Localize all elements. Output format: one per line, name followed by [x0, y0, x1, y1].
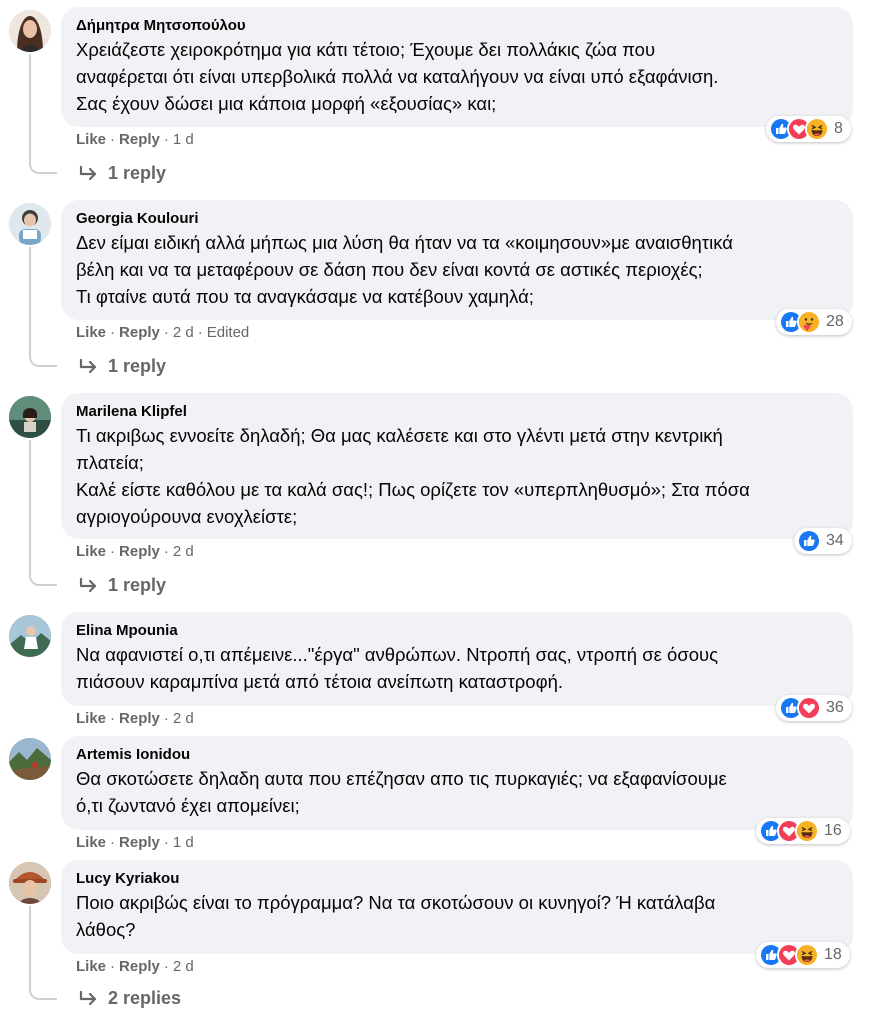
comment-time[interactable]: 2 d	[173, 324, 194, 341]
reaction-count: 8	[834, 120, 843, 137]
reaction-count: 34	[826, 532, 844, 549]
care-icon	[797, 310, 821, 334]
reaction-count: 36	[826, 699, 844, 716]
comment-bubble: Marilena Klipfel Τι ακριβως εννοείτε δηλ…	[61, 393, 853, 539]
reply-arrow-icon	[79, 358, 97, 373]
thread-line	[29, 440, 57, 586]
like-icon	[797, 529, 821, 553]
view-replies-button[interactable]: 1 reply	[78, 356, 166, 377]
comment-meta: Like · Reply · 1 d	[76, 131, 194, 148]
reactions-summary[interactable]: 36	[776, 695, 852, 721]
reactions-summary[interactable]: 28	[776, 309, 852, 335]
like-link[interactable]: Like	[76, 958, 106, 975]
comment-meta: Like · Reply · 2 d · Edited	[76, 324, 250, 341]
like-link[interactable]: Like	[76, 834, 106, 851]
reactions-summary[interactable]: 18	[756, 942, 850, 968]
thread-line	[29, 54, 57, 174]
reactions-summary[interactable]: 8	[766, 116, 851, 142]
comment-meta: Like · Reply · 2 d	[76, 710, 194, 727]
reply-link[interactable]: Reply	[119, 710, 160, 727]
comment-meta: Like · Reply · 1 d	[76, 834, 194, 851]
comment-time[interactable]: 2 d	[173, 543, 194, 560]
comment-text: Ποιο ακριβώς είναι το πρόγραμμα? Να τα σ…	[76, 892, 716, 940]
comment-text: Τι ακριβως εννοείτε δηλαδή; Θα μας καλέσ…	[76, 425, 750, 527]
comment-text: Χρειάζεστε χειροκρότημα για κάτι τέτοιο;…	[76, 39, 719, 114]
comment-bubble: Elina Mpounia Να αφανιστεί ο,τι απέμεινε…	[61, 612, 853, 706]
love-icon	[797, 696, 821, 720]
comment-meta: Like · Reply · 2 d	[76, 958, 194, 975]
comment-author[interactable]: Elina Mpounia	[76, 621, 839, 641]
haha-icon	[795, 943, 819, 967]
comment-bubble: Artemis Ionidou Θα σκοτώσετε δηλαδη αυτα…	[61, 736, 853, 830]
comment-time[interactable]: 1 d	[173, 834, 194, 851]
edited-label[interactable]: Edited	[207, 324, 250, 341]
view-replies-button[interactable]: 2 replies	[78, 988, 181, 1009]
comment-text: Θα σκοτώσετε δηλαδη αυτα που επέζησαν απ…	[76, 768, 727, 816]
haha-icon	[805, 117, 829, 141]
comment-bubble: Lucy Kyriakou Ποιο ακριβώς είναι το πρόγ…	[61, 860, 853, 954]
view-replies-button[interactable]: 1 reply	[78, 575, 166, 596]
thread-line	[29, 247, 57, 367]
reply-link[interactable]: Reply	[119, 958, 160, 975]
comment-bubble: Georgia Koulouri Δεν είμαι ειδική αλλά μ…	[61, 200, 853, 320]
comment-text: Δεν είμαι ειδική αλλά μήπως μια λύση θα …	[76, 232, 733, 307]
comment-time[interactable]: 2 d	[173, 710, 194, 727]
reply-link[interactable]: Reply	[119, 324, 160, 341]
replies-label[interactable]: 1 reply	[108, 575, 166, 596]
reply-link[interactable]: Reply	[119, 834, 160, 851]
avatar[interactable]	[9, 862, 51, 904]
comment-author[interactable]: Artemis Ionidou	[76, 745, 839, 765]
reply-arrow-icon	[79, 990, 97, 1005]
comment-author[interactable]: Marilena Klipfel	[76, 402, 839, 422]
reaction-count: 18	[824, 946, 842, 963]
replies-label[interactable]: 2 replies	[108, 988, 181, 1009]
avatar[interactable]	[9, 396, 51, 438]
reactions-summary[interactable]: 16	[756, 818, 850, 844]
comment-time[interactable]: 1 d	[173, 131, 194, 148]
comment-text: Να αφανιστεί ο,τι απέμεινε..."έργα" ανθρ…	[76, 644, 719, 692]
reply-link[interactable]: Reply	[119, 543, 160, 560]
comment-author[interactable]: Georgia Koulouri	[76, 209, 839, 229]
replies-label[interactable]: 1 reply	[108, 163, 166, 184]
like-link[interactable]: Like	[76, 543, 106, 560]
like-link[interactable]: Like	[76, 324, 106, 341]
reactions-summary[interactable]: 34	[794, 528, 852, 554]
comment-meta: Like · Reply · 2 d	[76, 543, 194, 560]
replies-label[interactable]: 1 reply	[108, 356, 166, 377]
reaction-count: 16	[824, 822, 842, 839]
avatar[interactable]	[9, 10, 51, 52]
avatar[interactable]	[9, 615, 51, 657]
reply-arrow-icon	[79, 577, 97, 592]
reply-link[interactable]: Reply	[119, 131, 160, 148]
comment-bubble: Δήμητρα Μητσοπούλου Χρειάζεστε χειροκρότ…	[61, 7, 853, 127]
reaction-count: 28	[826, 313, 844, 330]
like-link[interactable]: Like	[76, 131, 106, 148]
reply-arrow-icon	[79, 165, 97, 180]
thread-line	[29, 906, 57, 1000]
avatar[interactable]	[9, 203, 51, 245]
avatar[interactable]	[9, 738, 51, 780]
comment-author[interactable]: Lucy Kyriakou	[76, 869, 839, 889]
like-link[interactable]: Like	[76, 710, 106, 727]
haha-icon	[795, 819, 819, 843]
comment-author[interactable]: Δήμητρα Μητσοπούλου	[76, 16, 839, 36]
comment-time[interactable]: 2 d	[173, 958, 194, 975]
view-replies-button[interactable]: 1 reply	[78, 163, 166, 184]
